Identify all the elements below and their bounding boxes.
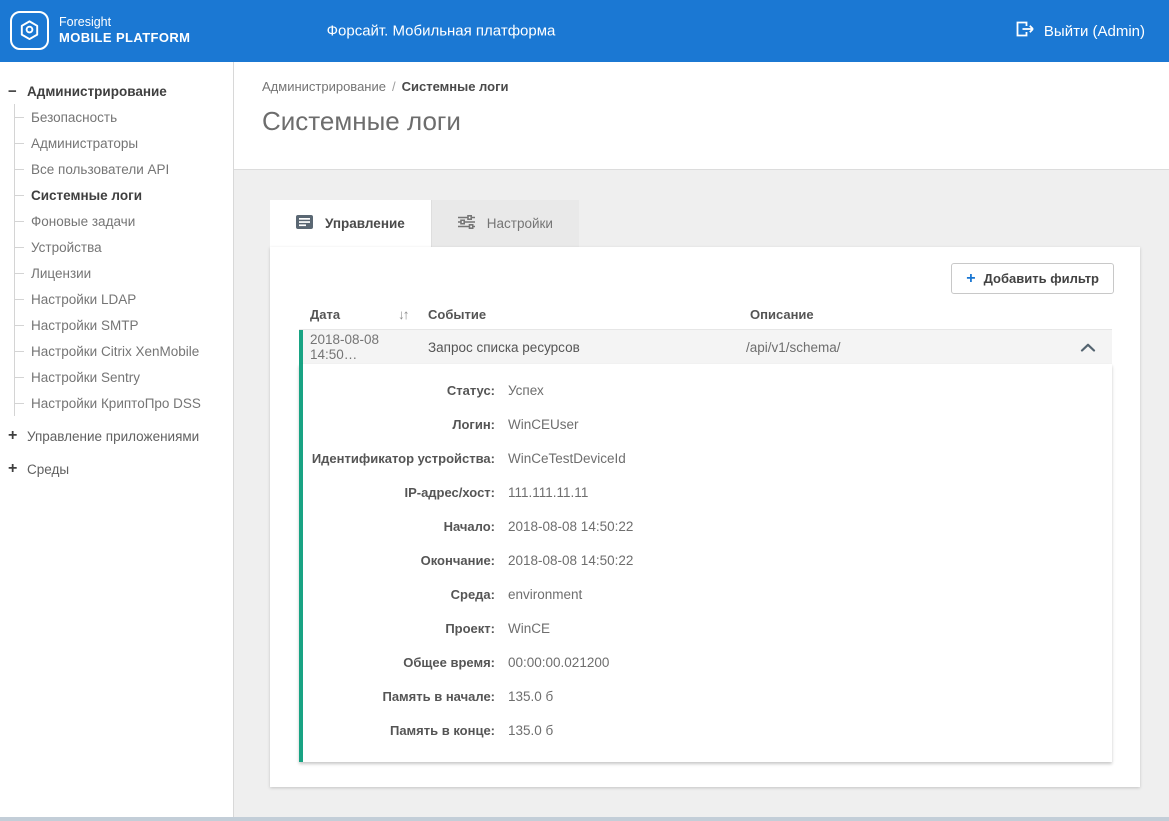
detail-label: Начало:: [303, 519, 495, 534]
logs-table: Дата ↓↑ Событие Описание 2018-08-08 14:5…: [299, 300, 1112, 762]
detail-row-memory-end: Память в конце: 135.0 б: [303, 713, 1112, 747]
column-header-event[interactable]: Событие: [428, 307, 632, 322]
detail-value: WinCEUser: [508, 417, 579, 432]
sort-icon[interactable]: ↓↑: [398, 307, 428, 322]
detail-row-total-time: Общее время: 00:00:00.021200: [303, 645, 1112, 679]
chevron-up-icon[interactable]: [1080, 343, 1096, 352]
sidebar-item-citrix-settings[interactable]: Настройки Citrix XenMobile: [15, 338, 233, 364]
breadcrumb-current: Системные логи: [402, 79, 509, 94]
foresight-logo-icon: [10, 11, 49, 50]
detail-row-login: Логин: WinCEUser: [303, 407, 1112, 441]
detail-label: Среда:: [303, 587, 495, 602]
detail-label: Статус:: [303, 383, 495, 398]
sidebar-item-licenses[interactable]: Лицензии: [15, 260, 233, 286]
list-icon: [296, 215, 313, 232]
detail-row-start: Начало: 2018-08-08 14:50:22: [303, 509, 1112, 543]
detail-label: Логин:: [303, 417, 495, 432]
log-row-date: 2018-08-08 14:50…: [310, 332, 428, 362]
breadcrumb-parent[interactable]: Администрирование: [262, 79, 386, 94]
logs-card: + Добавить фильтр Дата ↓↑ Событие Описан…: [270, 247, 1140, 787]
tab-management[interactable]: Управление: [270, 200, 431, 247]
sidebar-item-administrators[interactable]: Администраторы: [15, 130, 233, 156]
detail-value: 00:00:00.021200: [508, 655, 609, 670]
sidebar-item-administration[interactable]: − Администрирование: [0, 78, 233, 104]
tab-bar: Управление Настройки: [270, 170, 1169, 247]
brand-logo[interactable]: Foresight MOBILE PLATFORM: [10, 11, 190, 50]
detail-row-environment: Среда: environment: [303, 577, 1112, 611]
detail-value: 111.111.11.11: [508, 485, 588, 500]
sidebar-item-app-management[interactable]: + Управление приложениями: [0, 423, 233, 449]
top-header-bar: Foresight MOBILE PLATFORM Форсайт. Мобил…: [0, 0, 1169, 62]
page-header: Администрирование / Системные логи Системн…: [234, 62, 1169, 170]
brand-product: MOBILE PLATFORM: [59, 30, 190, 46]
sidebar-app-management-label: Управление приложениями: [27, 429, 199, 444]
log-row-event: Запрос списка ресурсов: [428, 340, 632, 355]
logout-label: Выйти (Admin): [1044, 23, 1145, 40]
detail-value: environment: [508, 587, 582, 602]
detail-row-ip-host: IP-адрес/хост: 111.111.11.11: [303, 475, 1112, 509]
sidebar-item-environments[interactable]: + Среды: [0, 456, 233, 482]
app-window: Foresight MOBILE PLATFORM Форсайт. Мобил…: [0, 0, 1169, 821]
collapse-minus-icon[interactable]: −: [8, 84, 22, 99]
sidebar-item-cryptopro-settings[interactable]: Настройки КриптоПро DSS: [15, 390, 233, 416]
column-header-description[interactable]: Описание: [632, 307, 1112, 322]
detail-row-memory-start: Память в начале: 135.0 б: [303, 679, 1112, 713]
column-header-date[interactable]: Дата: [310, 307, 398, 322]
content-area: Управление Настройки + Доб: [234, 170, 1169, 817]
detail-value: 2018-08-08 14:50:22: [508, 519, 633, 534]
sidebar-item-security[interactable]: Безопасность: [15, 104, 233, 130]
detail-label: Память в начале:: [303, 689, 495, 704]
detail-value: 135.0 б: [508, 723, 553, 738]
detail-value: 2018-08-08 14:50:22: [508, 553, 633, 568]
detail-label: Общее время:: [303, 655, 495, 670]
tab-management-label: Управление: [325, 216, 405, 231]
detail-label: IP-адрес/хост:: [303, 485, 495, 500]
detail-row-project: Проект: WinCE: [303, 611, 1112, 645]
detail-value: WinCE: [508, 621, 550, 636]
sidebar-administration-children: Безопасность Администраторы Все пользова…: [14, 104, 233, 416]
expand-plus-icon[interactable]: +: [8, 461, 22, 477]
expand-plus-icon[interactable]: +: [8, 428, 22, 444]
sidebar-item-background-tasks[interactable]: Фоновые задачи: [15, 208, 233, 234]
detail-label: Память в конце:: [303, 723, 495, 738]
detail-row-end: Окончание: 2018-08-08 14:50:22: [303, 543, 1112, 577]
brand-name: Foresight: [59, 15, 190, 31]
table-header-row: Дата ↓↑ Событие Описание: [299, 300, 1112, 330]
sidebar-item-devices[interactable]: Устройства: [15, 234, 233, 260]
plus-icon: +: [966, 271, 975, 287]
logout-icon: [1016, 21, 1034, 41]
log-row-description: /api/v1/schema/: [632, 340, 1080, 355]
sidebar-item-smtp-settings[interactable]: Настройки SMTP: [15, 312, 233, 338]
tab-settings-label: Настройки: [487, 216, 553, 231]
detail-value: WinCeTestDeviceId: [508, 451, 626, 466]
page-title: Системные логи: [262, 106, 1169, 137]
detail-value: 135.0 б: [508, 689, 553, 704]
horizontal-scrollbar[interactable]: [0, 817, 1169, 821]
add-filter-button[interactable]: + Добавить фильтр: [951, 263, 1114, 294]
sidebar-item-api-users[interactable]: Все пользователи API: [15, 156, 233, 182]
sidebar-navigation: − Администрирование Безопасность Админис…: [0, 62, 234, 817]
breadcrumb-separator: /: [392, 79, 396, 94]
detail-row-status: Статус: Успех: [303, 373, 1112, 407]
detail-label: Окончание:: [303, 553, 495, 568]
brand-logo-text: Foresight MOBILE PLATFORM: [59, 15, 190, 47]
breadcrumb: Администрирование / Системные логи: [262, 62, 1169, 94]
sidebar-root-label: Администрирование: [27, 84, 167, 99]
detail-row-device-id: Идентификатор устройства: WinCeTestDevic…: [303, 441, 1112, 475]
sidebar-item-ldap-settings[interactable]: Настройки LDAP: [15, 286, 233, 312]
log-details-panel: Статус: Успех Логин: WinCEUser Идентифик…: [299, 364, 1112, 762]
detail-label: Идентификатор устройства:: [303, 451, 495, 466]
logout-button[interactable]: Выйти (Admin): [1016, 0, 1145, 62]
detail-value: Успех: [508, 383, 544, 398]
detail-label: Проект:: [303, 621, 495, 636]
log-table-row[interactable]: 2018-08-08 14:50… Запрос списка ресурсов…: [299, 330, 1112, 364]
sidebar-environments-label: Среды: [27, 462, 69, 477]
app-title: Форсайт. Мобильная платформа: [327, 23, 556, 40]
main-content: Администрирование / Системные логи Системн…: [234, 62, 1169, 817]
add-filter-label: Добавить фильтр: [984, 271, 1099, 286]
sidebar-item-sentry-settings[interactable]: Настройки Sentry: [15, 364, 233, 390]
tab-settings[interactable]: Настройки: [431, 200, 579, 247]
sliders-icon: [458, 215, 475, 232]
sidebar-item-system-logs[interactable]: Системные логи: [15, 182, 233, 208]
